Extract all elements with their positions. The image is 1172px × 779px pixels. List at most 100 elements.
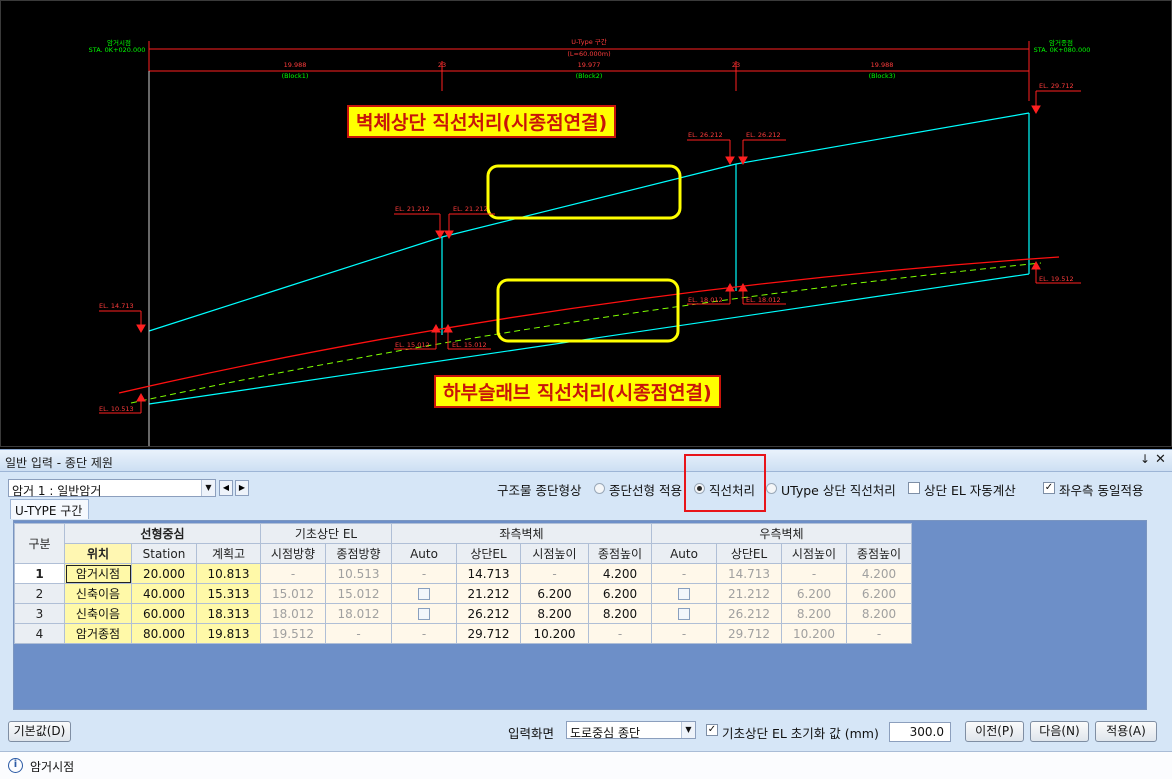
cell-position[interactable]: 암거시점 [64,563,132,584]
chevron-down-icon[interactable]: ▼ [681,722,695,738]
table-row[interactable]: 1 암거시점 20.000 10.813 - 10.513 - 14.713 -… [14,563,912,584]
input-screen-select[interactable]: 도로중심 종단 ▼ [566,721,696,740]
row-number: 4 [14,623,65,644]
close-icon[interactable]: ✕ [1155,452,1166,467]
cell-left-top-el[interactable]: 29.712 [456,623,521,644]
init-el-input[interactable]: 300.0 [889,722,951,742]
table-row[interactable]: 3 신축이음 60.000 18.313 18.012 18.012 26.21… [14,603,912,624]
cell-right-top-el[interactable]: 14.713 [716,563,782,584]
cell-left-top-el[interactable]: 26.212 [456,603,521,624]
cell-right-start-height[interactable]: 10.200 [781,623,847,644]
option-same-lr-label[interactable]: 좌우측 동일적용 [1059,480,1143,499]
highlight-base-slab [496,278,680,343]
cell-left-start-height[interactable]: - [520,563,589,584]
cell-right-start-height[interactable]: 6.200 [781,583,847,604]
cad-drawing-view[interactable]: 암거시점 STA. 0K+020.000 암거종점 STA. 0K+080.00… [0,0,1172,447]
cell-right-start-height[interactable]: 8.200 [781,603,847,624]
cell-left-auto[interactable] [391,603,457,624]
header-base-el: 기초상단 EL [260,523,392,544]
cell-base-end[interactable]: - [325,623,392,644]
option-alignment-label[interactable]: 종단선형 적용 [609,480,682,499]
header-left-auto: Auto [391,543,457,564]
cell-base-end[interactable]: 18.012 [325,603,392,624]
default-button[interactable]: 기본값(D) [8,721,71,742]
checkbox-right-auto[interactable] [678,588,690,600]
cell-base-end[interactable]: 10.513 [325,563,392,584]
el-wall-j1-right: EL. 21.212 [453,205,488,213]
checkbox-left-auto[interactable] [418,608,430,620]
cell-left-end-height[interactable]: - [588,623,652,644]
cell-left-start-height[interactable]: 6.200 [520,583,589,604]
checkbox-init-el[interactable]: ✓ [706,724,718,736]
cell-left-start-height[interactable]: 10.200 [520,623,589,644]
cell-plan-height[interactable]: 10.813 [196,563,261,584]
el-wall-start: EL. 14.713 [99,302,134,310]
cell-plan-height[interactable]: 15.313 [196,583,261,604]
table-row[interactable]: 2 신축이음 40.000 15.313 15.012 15.012 21.21… [14,583,912,604]
cell-left-start-height[interactable]: 8.200 [520,603,589,624]
option-auto-el-label[interactable]: 상단 EL 자동계산 [924,480,1016,499]
cell-left-end-height[interactable]: 4.200 [588,563,652,584]
cell-right-top-el[interactable]: 21.212 [716,583,782,604]
option-utype-straight-label[interactable]: UType 상단 직선처리 [781,480,896,499]
chevron-down-icon[interactable]: ▼ [201,480,215,496]
cell-left-end-height[interactable]: 6.200 [588,583,652,604]
prev-button[interactable]: 이전(P) [965,721,1024,742]
checkbox-right-auto[interactable] [678,608,690,620]
cell-right-auto[interactable]: - [651,623,717,644]
el-base-j1-left: EL. 15.012 [395,341,430,349]
cell-plan-height[interactable]: 18.313 [196,603,261,624]
cell-right-top-el[interactable]: 26.212 [716,603,782,624]
cell-left-auto[interactable]: - [391,623,457,644]
cell-right-end-height[interactable]: 8.200 [846,603,912,624]
header-left-top-el: 상단EL [456,543,521,564]
cell-right-auto[interactable] [651,583,717,604]
prev-culvert-icon[interactable]: ◀ [219,480,233,496]
cell-base-start[interactable]: - [260,563,326,584]
input-screen-label: 입력화면 [508,726,555,741]
status-bar: i 암거시점 [0,751,1172,779]
cell-base-start[interactable]: 18.012 [260,603,326,624]
tab-utype[interactable]: U-TYPE 구간 [10,499,89,519]
el-base-j2-right: EL. 18.012 [746,296,781,304]
next-button[interactable]: 다음(N) [1030,721,1089,742]
el-base-start: EL. 10.513 [99,405,134,413]
status-text: 암거시점 [30,760,75,774]
cell-right-auto[interactable]: - [651,563,717,584]
radio-utype-straight[interactable] [766,483,777,494]
cell-right-end-height[interactable]: - [846,623,912,644]
next-culvert-icon[interactable]: ▶ [235,480,249,496]
cell-right-top-el[interactable]: 29.712 [716,623,782,644]
cell-left-auto[interactable]: - [391,563,457,584]
cell-station[interactable]: 40.000 [131,583,197,604]
cell-right-end-height[interactable]: 4.200 [846,563,912,584]
cell-position[interactable]: 신축이음 [64,603,132,624]
cell-position[interactable]: 신축이음 [64,583,132,604]
cell-plan-height[interactable]: 19.813 [196,623,261,644]
cell-left-top-el[interactable]: 14.713 [456,563,521,584]
cell-base-end[interactable]: 15.012 [325,583,392,604]
cell-right-start-height[interactable]: - [781,563,847,584]
callout-base-slab: 하부슬래브 직선처리(시종점연결) [434,375,721,408]
cell-right-end-height[interactable]: 6.200 [846,583,912,604]
cell-base-start[interactable]: 15.012 [260,583,326,604]
cell-base-start[interactable]: 19.512 [260,623,326,644]
cell-station[interactable]: 80.000 [131,623,197,644]
cell-station[interactable]: 20.000 [131,563,197,584]
header-base-end: 종점방향 [325,543,392,564]
checkbox-left-auto[interactable] [418,588,430,600]
radio-alignment[interactable] [594,483,605,494]
wall-top-block1 [148,236,443,332]
cell-position[interactable]: 암거종점 [64,623,132,644]
cell-left-end-height[interactable]: 8.200 [588,603,652,624]
checkbox-auto-el[interactable] [908,482,920,494]
culvert-select[interactable]: 암거 1 : 일반암거 ▼ [8,479,216,498]
cell-right-auto[interactable] [651,603,717,624]
cell-station[interactable]: 60.000 [131,603,197,624]
checkbox-same-lr[interactable]: ✓ [1043,482,1055,494]
cell-left-top-el[interactable]: 21.212 [456,583,521,604]
table-row[interactable]: 4 암거종점 80.000 19.813 19.512 - - 29.712 1… [14,623,912,644]
cell-left-auto[interactable] [391,583,457,604]
apply-button[interactable]: 적용(A) [1095,721,1157,742]
pin-icon[interactable]: ↓ [1140,452,1150,466]
